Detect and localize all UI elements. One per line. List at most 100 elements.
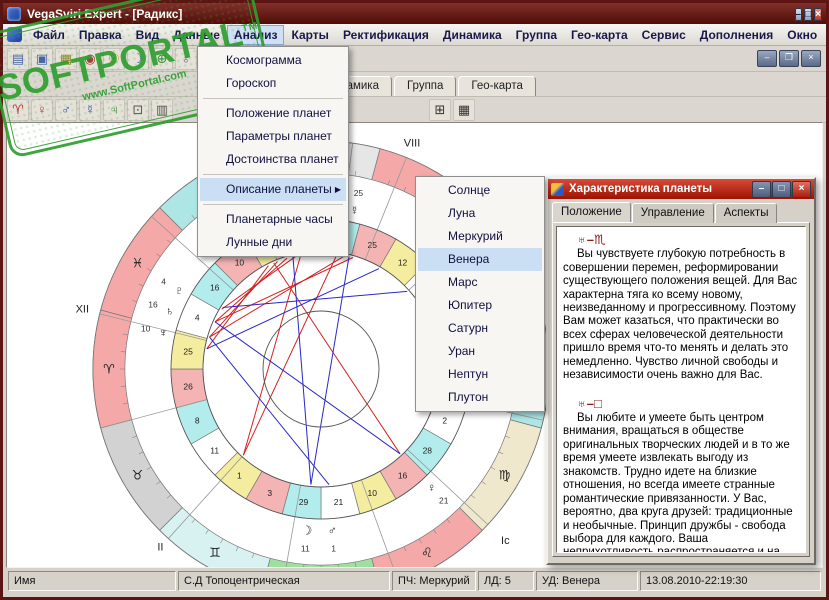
status-coordinate-system: С.Д Топоцентрическая [178,571,390,591]
menu-item[interactable]: Дополнения [693,25,780,45]
status-bar: Имя С.Д Топоцентрическая ПЧ: Меркурий ЛД: 5… [6,568,823,594]
planet-degree-number: 25 [354,188,364,198]
maximize-button[interactable]: □ [804,8,813,21]
menu-item[interactable]: ? [824,25,829,45]
analysis-menu-item[interactable]: Описание планеты ▶ [200,178,346,201]
planet-menu-item[interactable]: Нептун [418,363,542,386]
degree-cell-number: 25 [183,347,193,357]
planet-glyph: ♂ [328,524,337,538]
planet-degree-number: 16 [148,299,158,309]
planet-menu-item[interactable]: Марс [418,271,542,294]
zodiac-sign-glyph: ♓ [132,256,144,271]
menu-item[interactable]: Группа [509,25,564,45]
analysis-menu-item[interactable]: Достоинства планет [200,148,346,171]
analysis-menu-item[interactable]: Планетарные часы [200,208,346,231]
dialog-icon [551,182,564,196]
degree-cell-number: 12 [398,258,408,268]
mdi-minimize-button[interactable]: – [757,50,777,67]
planet-menu-item[interactable]: Уран [418,340,542,363]
planet-degree-number: 11 [301,543,310,553]
dialog-maximize-button[interactable]: □ [772,180,791,198]
dialog-minimize-button[interactable]: – [752,180,771,198]
dialog-tab[interactable]: Аспекты [714,203,778,223]
planet-characteristics-dialog: Характеристика планеты – □ × Положение Упра… [546,177,816,565]
degree-cell-number: 29 [299,497,309,507]
degree-cell-number: 26 [183,381,193,391]
mdi-close-button[interactable]: × [801,50,821,67]
dialog-close-button[interactable]: × [792,180,811,198]
analysis-menu-item[interactable]: Положение планет [200,102,346,125]
planet-glyph: ♇ [175,283,184,297]
planet-degree-number: 1 [331,544,336,554]
planet-degree-number: 4 [161,277,166,287]
menu-item[interactable]: Динамика [436,25,509,45]
house-label: Ic [501,535,510,547]
dialog-tab[interactable]: Положение [552,202,631,222]
degree-cell-number: 8 [195,415,200,425]
planet-description-text[interactable]: ♅–♏ Вы чувствуете глубокую потребность в… [556,226,806,553]
dialog-controls: – □ × [751,180,811,198]
window-controls: – □ × [793,6,822,21]
toolbar-table-icons: ⊞ ▦ [428,99,476,121]
mdi-window-controls: – ❐ × [755,50,821,67]
degree-cell-number: 11 [210,446,219,456]
menu-item[interactable]: Сервис [635,25,693,45]
table-icon[interactable]: ▦ [453,99,475,121]
menu-separator [203,174,343,175]
planet-menu-item[interactable]: Венера [418,248,542,271]
degree-cell-number: 1 [237,470,242,480]
planet-menu-item[interactable]: Плутон [418,386,542,409]
analysis-menu-item[interactable]: Гороскоп [200,72,346,95]
analysis-dropdown-menu: Космограмма Гороскоп Положение планет Парам… [197,46,349,257]
submenu-arrow-icon: ▶ [334,185,341,194]
app-icon [7,6,21,21]
mdi-maximize-button[interactable]: ❐ [779,50,799,67]
zodiac-sign-glyph: ♊ [209,545,221,560]
planet-glyph: ♄ [165,304,174,318]
degree-cell-number: 28 [423,446,433,456]
menu-separator [203,98,343,99]
minimize-button[interactable]: – [794,8,803,21]
analysis-menu-item[interactable]: Параметры планет [200,125,346,148]
description-paragraph-2: Вы любите и умеете быть центром внимания… [563,411,793,553]
document-tab[interactable]: Гео-карта [458,76,536,96]
degree-cell-number: 16 [210,282,220,292]
dialog-title-bar[interactable]: Характеристика планеты – □ × [548,179,814,199]
planet-menu-item[interactable]: Юпитер [418,294,542,317]
menu-item[interactable]: Гео-карта [564,25,635,45]
degree-cell-number: 3 [267,488,272,498]
planet-menu-item[interactable]: Меркурий [418,225,542,248]
status-datetime: 13.08.2010-22:19:30 [640,571,821,591]
status-planet-hour: ПЧ: Меркурий [392,571,476,591]
zodiac-sign-glyph: ♍ [499,468,511,483]
degree-cell-number: 16 [398,470,408,480]
menu-item[interactable]: Карты [284,25,335,45]
close-button[interactable]: × [814,8,822,21]
planet-menu-item[interactable]: Луна [418,202,542,225]
dialog-tab-pane: ♅–♏ Вы чувствуете глубокую потребность в… [552,222,810,557]
status-day-ruler: УД: Венера [536,571,638,591]
zodiac-sign-glyph: ♉ [132,468,144,483]
document-tab[interactable]: Группа [393,76,457,96]
planet-degree-number: 10 [141,324,151,334]
planet-menu-item[interactable]: Сатурн [418,317,542,340]
degree-cell-number: 21 [334,497,344,507]
planet-menu-item[interactable]: Солнце [418,179,542,202]
degree-cell-number: 4 [195,313,200,323]
planet-glyph: ♀ [427,480,436,494]
analysis-menu-item[interactable]: Космограмма [200,49,346,72]
grid-icon[interactable]: ⊞ [429,99,451,121]
menu-item[interactable]: Окно [780,25,824,45]
planet-glyph: ♆ [159,326,168,340]
degree-cell-number: 10 [368,488,378,498]
zodiac-sign-glyph: ♈ [103,362,115,377]
planet-submenu: Солнце Луна Меркурий Венера Марс Юпитер Сатурн… [415,176,545,412]
planet-degree-number: 21 [439,496,449,506]
planet-glyph: ☿ [350,204,359,218]
dialog-tab[interactable]: Управление [631,203,714,223]
dialog-tabs: Положение Управление Аспекты [548,199,814,223]
status-name: Имя [8,571,176,591]
stamp-tm: TM [240,19,260,35]
analysis-menu-item[interactable]: Лунные дни [200,231,346,254]
menu-item[interactable]: Ректификация [336,25,436,45]
